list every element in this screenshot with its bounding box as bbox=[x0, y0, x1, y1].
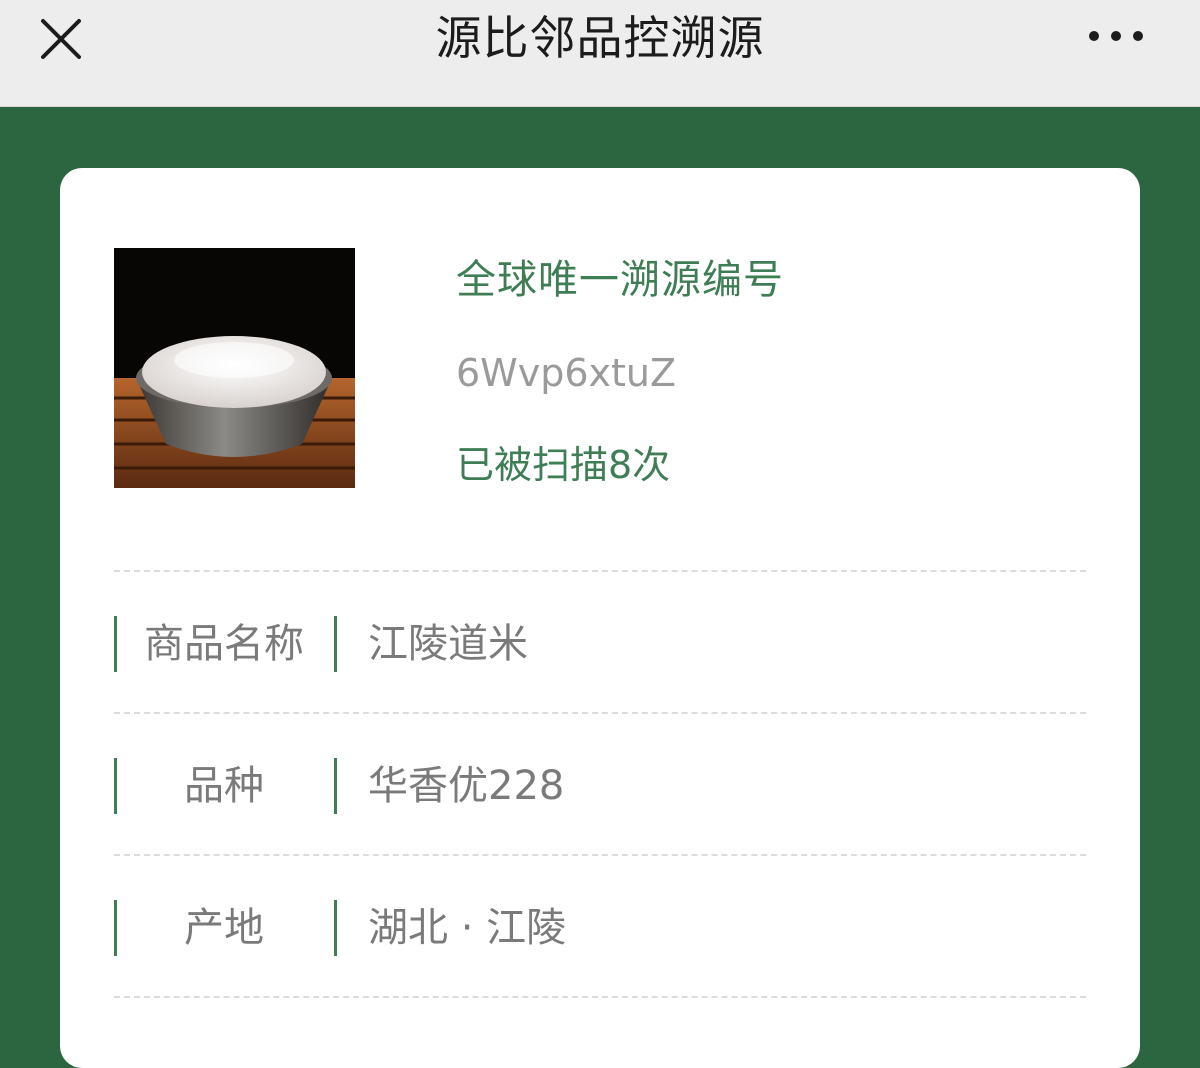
detail-row-origin: 产地 湖北 · 江陵 bbox=[114, 898, 1086, 958]
more-button[interactable] bbox=[1084, 18, 1148, 54]
detail-row-variety: 品种 华香优228 bbox=[114, 756, 1086, 816]
divider bbox=[114, 570, 1086, 572]
detail-value: 湖北 · 江陵 bbox=[368, 905, 567, 951]
detail-label: 品种 bbox=[184, 763, 264, 809]
scan-count: 已被扫描8次 bbox=[456, 443, 671, 487]
divider bbox=[114, 712, 1086, 714]
trace-card: 全球唯一溯源编号 6Wvp6xtuZ 已被扫描8次 商品名称 江陵道米 品种 华… bbox=[60, 168, 1140, 1068]
detail-label: 商品名称 bbox=[144, 621, 304, 667]
detail-row-product-name: 商品名称 江陵道米 bbox=[114, 614, 1086, 674]
divider bbox=[114, 996, 1086, 998]
top-nav-bar: 源比邻品控溯源 bbox=[0, 0, 1200, 107]
detail-value: 江陵道米 bbox=[368, 621, 528, 667]
rice-bowl-image bbox=[114, 248, 355, 488]
row-separator-bar bbox=[334, 616, 337, 672]
page-title: 源比邻品控溯源 bbox=[435, 11, 765, 65]
detail-value: 华香优228 bbox=[368, 763, 565, 809]
row-separator-bar bbox=[334, 900, 337, 956]
divider bbox=[114, 854, 1086, 856]
trace-code: 6Wvp6xtuZ bbox=[456, 351, 677, 395]
detail-label: 产地 bbox=[184, 905, 264, 951]
trace-number-heading: 全球唯一溯源编号 bbox=[456, 257, 784, 303]
more-horizontal-icon bbox=[1089, 31, 1143, 41]
row-separator-bar bbox=[334, 758, 337, 814]
